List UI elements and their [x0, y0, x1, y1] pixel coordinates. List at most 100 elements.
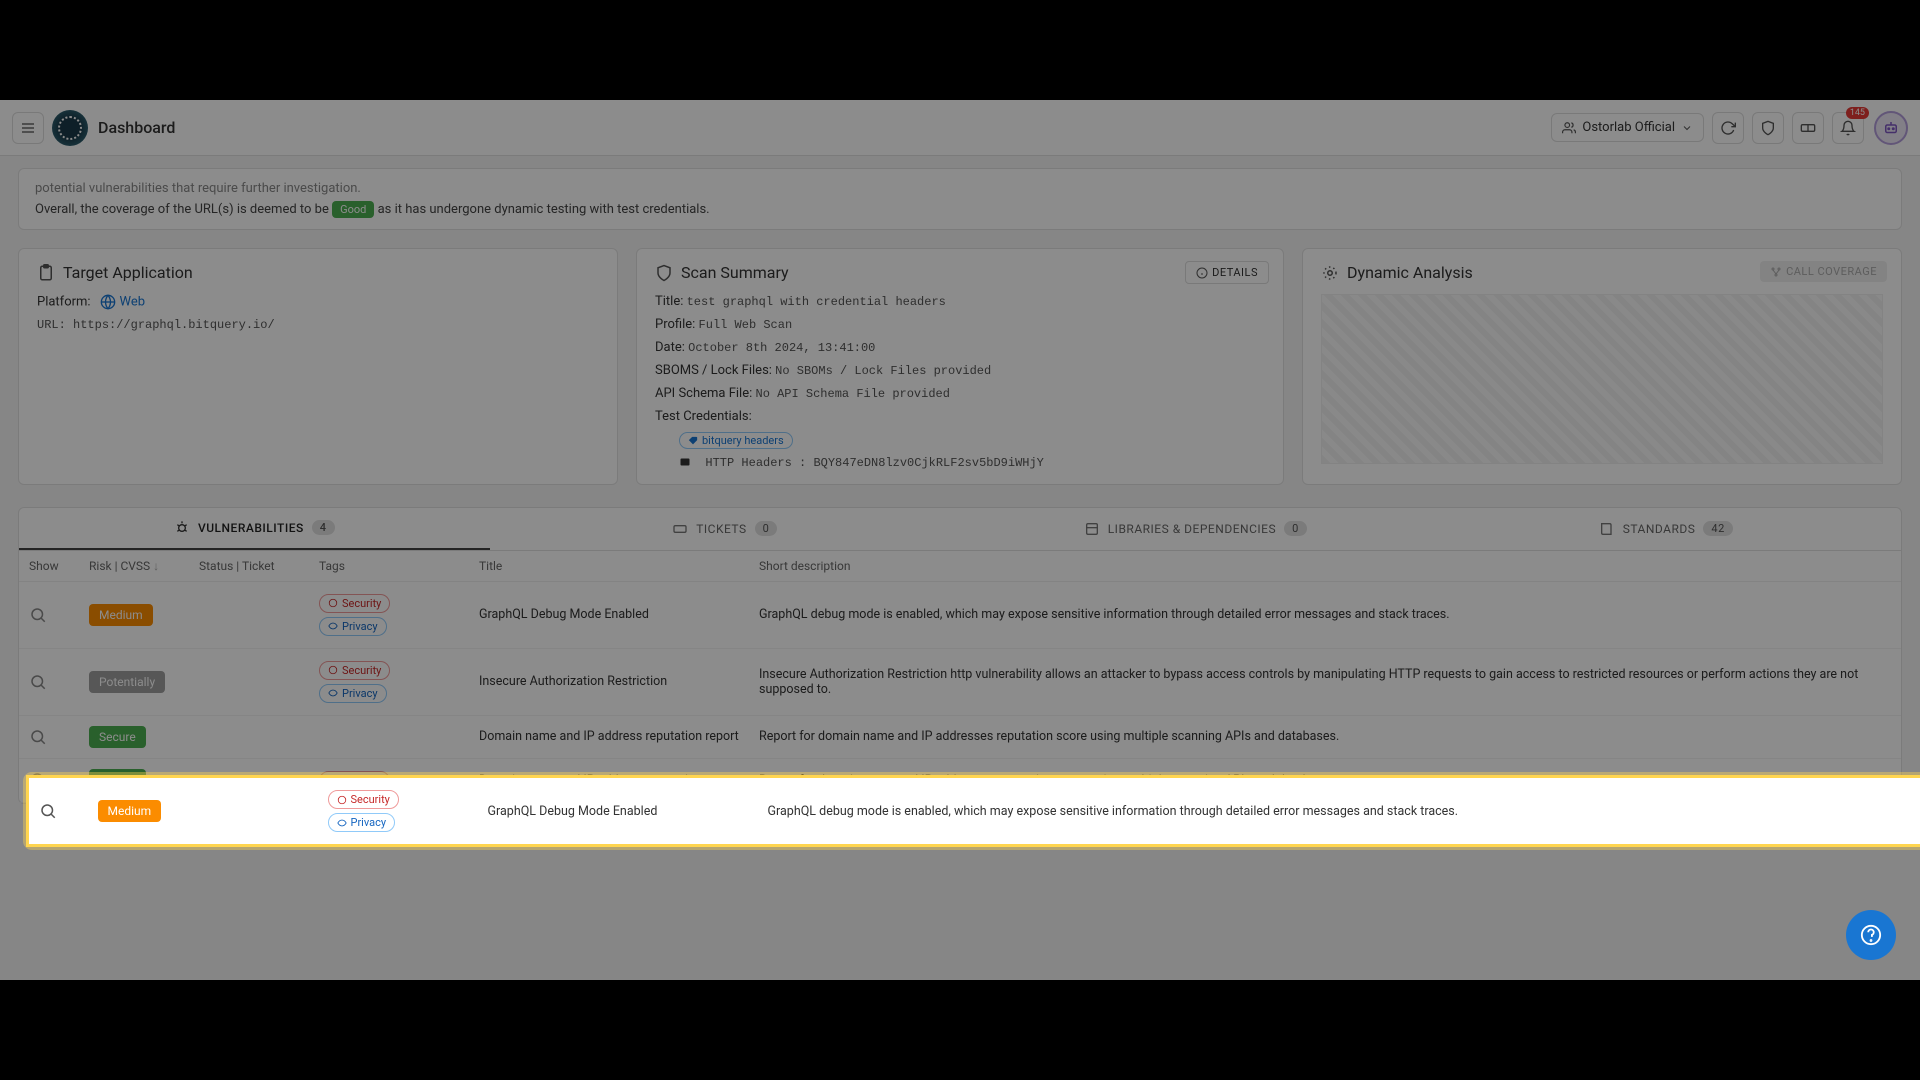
std-count: 42: [1703, 521, 1732, 536]
magnify-icon[interactable]: [29, 728, 47, 746]
http-headers: HTTP Headers : BQY847eDN8lzv0CjkRLF2sv5b…: [655, 456, 1265, 470]
org-selector[interactable]: Ostorlab Official: [1551, 113, 1704, 142]
target-title: Target Application: [63, 263, 193, 282]
logo[interactable]: [52, 110, 88, 146]
col-status: Status | Ticket: [189, 551, 309, 582]
ticket-button[interactable]: [1792, 112, 1824, 144]
cards-row: Target Application Platform: Web URL: ht…: [18, 248, 1902, 485]
col-title: Title: [469, 551, 749, 582]
tag-icon: [688, 436, 698, 446]
org-name: Ostorlab Official: [1582, 120, 1675, 135]
details-button[interactable]: DETAILS: [1185, 261, 1269, 284]
shield-button[interactable]: [1752, 112, 1784, 144]
vuln-table: Show Risk | CVSS ↓ Status | Ticket Tags …: [19, 551, 1901, 803]
vuln-count: 4: [312, 520, 335, 535]
col-risk[interactable]: Risk | CVSS ↓: [79, 551, 189, 582]
menu-button[interactable]: [12, 112, 44, 144]
dynamic-graph[interactable]: [1321, 294, 1883, 464]
tabs-card: VULNERABILITIES 4 TICKETS 0 LIBRARIES & …: [18, 507, 1902, 804]
help-fab[interactable]: [1846, 910, 1896, 960]
platform-link[interactable]: Web: [120, 294, 146, 309]
row-title: GraphQL Debug Mode Enabled: [469, 581, 749, 648]
org-icon: [1562, 121, 1576, 135]
coverage-card: potential vulnerabilities that require f…: [18, 168, 1902, 230]
good-pill: Good: [332, 201, 374, 218]
clipboard-icon: [37, 264, 55, 282]
table-row[interactable]: Potentially Security Privacy Insecure Aut…: [19, 648, 1901, 715]
shield-icon: [1760, 120, 1776, 136]
table-row[interactable]: Secure Domain name and IP address reputa…: [19, 715, 1901, 758]
table-row[interactable]: Medium Security Privacy GraphQL Debug Mod…: [19, 581, 1901, 648]
bug-icon: [174, 520, 190, 536]
tab-vulnerabilities[interactable]: VULNERABILITIES 4: [19, 508, 490, 550]
target-card: Target Application Platform: Web URL: ht…: [18, 248, 618, 485]
risk-pill: Potentially: [89, 671, 165, 693]
ticket-tab-icon: [672, 521, 688, 537]
coverage-line1: potential vulnerabilities that require f…: [35, 181, 1885, 196]
tag-security[interactable]: Security: [319, 661, 390, 680]
tab-standards[interactable]: STANDARDS 42: [1431, 508, 1902, 550]
refresh-icon: [1720, 120, 1736, 136]
risk-pill: Medium: [98, 800, 162, 822]
tab-libraries[interactable]: LIBRARIES & DEPENDENCIES 0: [960, 508, 1431, 550]
libs-count: 0: [1284, 521, 1307, 536]
pulse-icon: [1321, 264, 1339, 282]
row-desc: Report for domain name and IP addresses …: [749, 715, 1901, 758]
tabs: VULNERABILITIES 4 TICKETS 0 LIBRARIES & …: [19, 508, 1901, 551]
app-root: Dashboard Ostorlab Official 145 potentia…: [0, 100, 1920, 980]
magnify-icon[interactable]: [39, 802, 57, 820]
refresh-button[interactable]: [1712, 112, 1744, 144]
robot-icon: [1882, 119, 1900, 137]
url-value: https://graphql.bitquery.io/: [73, 318, 275, 332]
shield-outline-icon: [655, 264, 673, 282]
magnify-icon[interactable]: [29, 673, 47, 691]
notifications-button[interactable]: 145: [1832, 112, 1864, 144]
chevron-down-icon: [1681, 122, 1693, 134]
cred-pill[interactable]: bitquery headers: [679, 432, 793, 449]
tag-security[interactable]: Security: [328, 790, 399, 809]
tag-security[interactable]: Security: [319, 594, 390, 613]
row-desc: GraphQL debug mode is enabled, which may…: [749, 581, 1901, 648]
platform-row: Platform: Web: [37, 294, 599, 310]
tag-privacy[interactable]: Privacy: [328, 813, 396, 832]
notif-badge: 145: [1846, 107, 1869, 119]
topbar: Dashboard Ostorlab Official 145: [0, 100, 1920, 156]
row-desc: GraphQL debug mode is enabled, which may…: [758, 777, 1920, 846]
magnify-icon[interactable]: [29, 606, 47, 624]
col-desc: Short description: [749, 551, 1901, 582]
tree-icon: [1770, 266, 1782, 278]
col-show: Show: [19, 551, 79, 582]
dynamic-card: CALL COVERAGE Dynamic Analysis: [1302, 248, 1902, 485]
bell-icon: [1840, 120, 1856, 136]
menu-icon: [20, 120, 36, 136]
tickets-count: 0: [755, 521, 778, 536]
call-coverage-button: CALL COVERAGE: [1760, 261, 1887, 282]
page-title: Dashboard: [98, 118, 175, 137]
scan-card: DETAILS Scan Summary Title: test graphql…: [636, 248, 1284, 485]
help-icon: [1860, 924, 1882, 946]
info-icon: [1196, 267, 1208, 279]
dynamic-title: Dynamic Analysis: [1347, 263, 1473, 282]
highlighted-row[interactable]: Medium Security Privacy GraphQL Debug Mo…: [26, 775, 1920, 847]
tag-privacy[interactable]: Privacy: [319, 617, 387, 636]
eye-off-icon: [337, 818, 347, 828]
book-icon: [1599, 521, 1615, 537]
risk-pill: Medium: [89, 604, 153, 626]
row-desc: Insecure Authorization Restriction http …: [749, 648, 1901, 715]
col-tags: Tags: [309, 551, 469, 582]
ticket-icon: [1800, 120, 1816, 136]
code-icon: [679, 456, 691, 468]
scan-title: Scan Summary: [681, 263, 789, 282]
risk-pill: Secure: [89, 726, 146, 748]
url-row: URL: https://graphql.bitquery.io/: [37, 318, 599, 332]
package-icon: [1084, 521, 1100, 537]
content: potential vulnerabilities that require f…: [0, 156, 1920, 816]
avatar[interactable]: [1874, 111, 1908, 145]
row-title: GraphQL Debug Mode Enabled: [478, 777, 758, 846]
row-title: Domain name and IP address reputation re…: [469, 715, 749, 758]
tag-privacy[interactable]: Privacy: [319, 684, 387, 703]
row-title: Insecure Authorization Restriction: [469, 648, 749, 715]
globe-icon: [100, 294, 116, 310]
tab-tickets[interactable]: TICKETS 0: [490, 508, 961, 550]
globe-small-icon: [337, 795, 347, 805]
